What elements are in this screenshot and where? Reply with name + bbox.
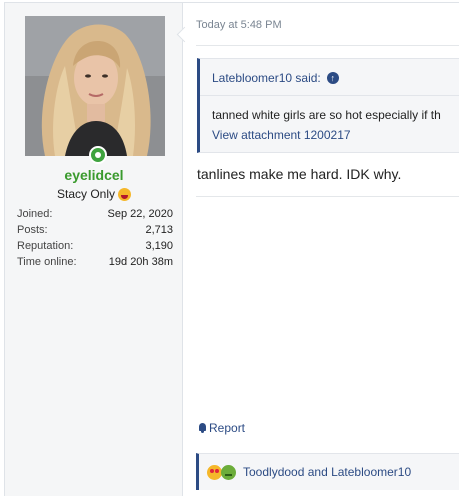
reactions-bar: Toodlydood and Latebloomer10	[196, 453, 459, 490]
user-title: Stacy Only	[5, 187, 183, 201]
divider	[196, 45, 459, 46]
report-label: Report	[209, 421, 246, 435]
arrow-up-circle-icon[interactable]: ↑	[326, 72, 339, 84]
divider	[196, 196, 459, 197]
quote-block: Latebloomer10 said: ↑ tanned white girls…	[197, 58, 459, 153]
bell-icon	[198, 423, 207, 433]
post-timestamp[interactable]: Today at 5:48 PM	[196, 19, 282, 31]
attachment-link[interactable]: View attachment 1200217	[212, 128, 351, 142]
user-stats: Joined: Sep 22, 2020 Posts: 2,713 Reputa…	[17, 206, 173, 270]
avatar-image	[25, 16, 165, 156]
stat-label: Reputation:	[17, 240, 74, 252]
love-eyes-emoji-icon	[207, 465, 222, 480]
report-button[interactable]: Report	[198, 421, 245, 435]
message-content: Today at 5:48 PM Latebloomer10 said: ↑ t…	[184, 3, 459, 496]
quote-divider	[200, 95, 459, 96]
sick-emoji-icon	[221, 465, 236, 480]
stat-row-time-online: Time online: 19d 20h 38m	[17, 254, 173, 270]
stat-value: 3,190	[145, 240, 173, 252]
stat-label: Time online:	[17, 256, 77, 268]
user-sidebar: eyelidcel Stacy Only Joined: Sep 22, 202…	[5, 3, 183, 496]
quote-author[interactable]: Latebloomer10 said:	[212, 71, 321, 85]
quote-text: tanned white girls are so hot especially…	[212, 108, 441, 122]
drooling-face-icon	[118, 187, 132, 201]
stat-value: 19d 20h 38m	[108, 256, 173, 268]
post-body: tanlines make me hard. IDK why.	[197, 166, 402, 182]
stat-label: Posts:	[17, 224, 48, 236]
stat-row-posts: Posts: 2,713	[17, 222, 173, 238]
username[interactable]: eyelidcel	[5, 167, 183, 183]
stat-row-joined: Joined: Sep 22, 2020	[17, 206, 173, 222]
quote-header[interactable]: Latebloomer10 said: ↑	[212, 71, 339, 85]
stat-row-reputation: Reputation: 3,190	[17, 238, 173, 254]
user-title-text: Stacy Only	[56, 187, 116, 201]
online-status-icon	[89, 146, 107, 164]
stat-label: Joined:	[17, 208, 53, 220]
stat-value: 2,713	[145, 224, 173, 236]
reactions-list[interactable]: Toodlydood and Latebloomer10	[243, 465, 411, 479]
stat-value: Sep 22, 2020	[107, 208, 173, 220]
reaction-icons[interactable]	[207, 465, 236, 480]
avatar[interactable]	[25, 16, 165, 156]
